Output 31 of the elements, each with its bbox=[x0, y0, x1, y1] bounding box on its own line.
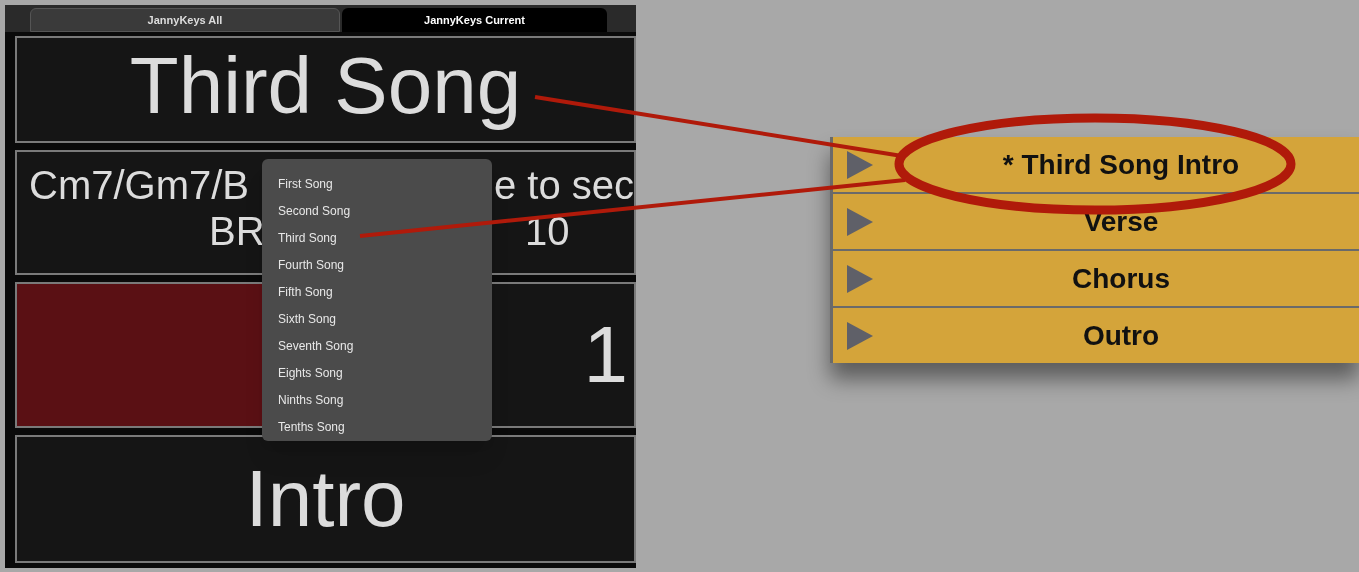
menu-item[interactable]: First Song bbox=[278, 171, 492, 198]
menu-item[interactable]: Fourth Song bbox=[278, 252, 492, 279]
section-row[interactable]: Outro bbox=[833, 308, 1359, 363]
menu-item[interactable]: Second Song bbox=[278, 198, 492, 225]
section-label: Outro bbox=[1081, 318, 1160, 353]
menu-item[interactable]: Seventh Song bbox=[278, 333, 492, 360]
play-icon[interactable] bbox=[847, 150, 873, 179]
chord-text: 10 bbox=[525, 210, 570, 251]
counter-value: 1 bbox=[583, 315, 628, 395]
section-label: Verse bbox=[1082, 204, 1159, 239]
play-icon[interactable] bbox=[847, 264, 873, 293]
section-label: * Third Song Intro bbox=[1001, 147, 1240, 182]
menu-item[interactable]: Fifth Song bbox=[278, 279, 492, 306]
tab[interactable]: JannyKeys Current bbox=[342, 8, 607, 32]
section-label: Chorus bbox=[1071, 261, 1170, 296]
menu-item[interactable]: Sixth Song bbox=[278, 306, 492, 333]
tab[interactable]: JannyKeys All bbox=[30, 8, 340, 32]
play-icon[interactable] bbox=[847, 321, 873, 350]
section-row[interactable]: * Third Song Intro bbox=[833, 137, 1359, 192]
play-icon[interactable] bbox=[847, 207, 873, 236]
section-row[interactable]: Chorus bbox=[833, 251, 1359, 306]
chord-text: Cm7/Gm7/B bbox=[29, 164, 251, 205]
chord-text: e to sec bbox=[493, 164, 634, 205]
menu-item[interactable]: Tenths Song bbox=[278, 414, 492, 441]
section-name: Intro bbox=[245, 459, 406, 539]
menu-item[interactable]: Ninths Song bbox=[278, 387, 492, 414]
menu-item[interactable]: Third Song bbox=[278, 225, 492, 252]
song-title: Third Song bbox=[129, 45, 522, 132]
chord-text: BR bbox=[209, 210, 261, 251]
section-row[interactable]: Verse bbox=[833, 194, 1359, 249]
menu-item[interactable]: Eights Song bbox=[278, 360, 492, 387]
